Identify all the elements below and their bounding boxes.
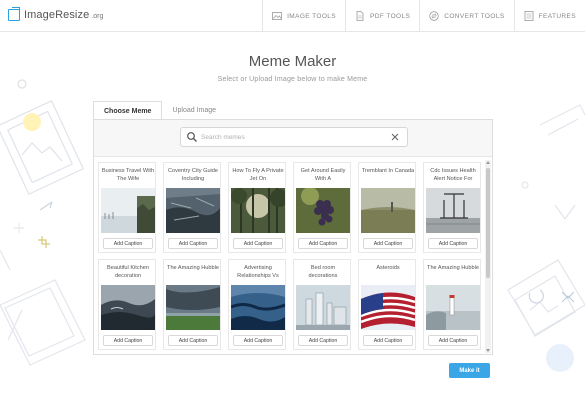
- meme-tabs: Choose Meme Upload Image: [93, 101, 226, 121]
- meme-card[interactable]: Advertising Relationships Vs Add Caption: [228, 259, 286, 350]
- meme-card[interactable]: Asteroids Add Caption: [358, 259, 416, 350]
- meme-thumbnail[interactable]: [426, 188, 480, 233]
- meme-card[interactable]: Coventry City Guide Including Add Caption: [163, 162, 221, 253]
- nav-convert-tools[interactable]: CONVERT TOOLS: [419, 0, 513, 32]
- scroll-down-arrow[interactable]: [486, 349, 490, 352]
- logo-tld: .org: [91, 12, 104, 20]
- add-caption-button[interactable]: Add Caption: [168, 335, 218, 346]
- nav-label: PDF TOOLS: [370, 12, 411, 20]
- site-logo[interactable]: ImageResize .org: [8, 7, 104, 21]
- meme-card[interactable]: Bed room decorations Add Caption: [293, 259, 351, 350]
- add-caption-button[interactable]: Add Caption: [363, 238, 413, 249]
- search-input[interactable]: [201, 133, 391, 141]
- meme-thumbnail[interactable]: [361, 285, 415, 330]
- add-caption-button[interactable]: Add Caption: [103, 238, 153, 249]
- meme-card[interactable]: Beautiful Kitchen decoration Add Caption: [98, 259, 156, 350]
- nav-features[interactable]: FEATURES: [513, 0, 585, 32]
- logo-text: ImageResize: [24, 9, 90, 21]
- meme-thumbnail[interactable]: [426, 285, 480, 330]
- meme-title: Beautiful Kitchen decoration: [107, 265, 149, 279]
- meme-card[interactable]: Tremblant In Canada Add Caption: [358, 162, 416, 253]
- document-icon: [356, 11, 364, 21]
- meme-card[interactable]: Cdc Issues Health Alert Notice For Add Ca…: [423, 162, 481, 253]
- scrollbar[interactable]: [485, 160, 491, 353]
- image-icon: [272, 12, 282, 20]
- meme-title: How To Fly A Private Jet On: [232, 168, 284, 182]
- meme-title: Get Around Easily With A: [300, 168, 346, 182]
- add-caption-button[interactable]: Add Caption: [233, 238, 283, 249]
- add-caption-button[interactable]: Add Caption: [428, 238, 478, 249]
- add-caption-button[interactable]: Add Caption: [168, 238, 218, 249]
- meme-thumbnail[interactable]: [296, 188, 350, 233]
- meme-thumbnail[interactable]: [231, 285, 285, 330]
- meme-title: Coventry City Guide Including: [167, 168, 219, 182]
- main-nav: IMAGE TOOLS PDF TOOLS CONVERT TOOLS FEAT…: [262, 0, 585, 32]
- close-icon[interactable]: [391, 133, 399, 141]
- add-caption-button[interactable]: Add Caption: [363, 335, 413, 346]
- meme-title: Advertising Relationships Vs: [237, 265, 279, 279]
- add-caption-button[interactable]: Add Caption: [103, 335, 153, 346]
- tab-upload-image[interactable]: Upload Image: [162, 101, 226, 120]
- add-caption-button[interactable]: Add Caption: [233, 335, 283, 346]
- make-it-button[interactable]: Make it: [449, 363, 490, 378]
- scroll-thumb[interactable]: [486, 168, 490, 278]
- meme-card[interactable]: The Amazing Hubble Add Caption: [423, 259, 481, 350]
- search-bar-area: [94, 120, 492, 157]
- convert-icon: [429, 11, 439, 21]
- meme-card[interactable]: Get Around Easily With A Add Caption: [293, 162, 351, 253]
- meme-title: Bed room decorations: [308, 265, 338, 279]
- meme-thumbnail[interactable]: [101, 285, 155, 330]
- search-icon: [187, 132, 197, 142]
- nav-label: IMAGE TOOLS: [287, 12, 337, 20]
- meme-title: The Amazing Hubble: [427, 265, 479, 271]
- add-caption-button[interactable]: Add Caption: [298, 238, 348, 249]
- list-icon: [524, 11, 534, 21]
- meme-panel: Business Travel With The Wife Add Caption…: [93, 119, 493, 355]
- meme-grid: Business Travel With The Wife Add Caption…: [98, 162, 482, 352]
- meme-thumbnail[interactable]: [101, 188, 155, 233]
- top-navbar: ImageResize .org IMAGE TOOLS PDF TOOLS C…: [0, 0, 585, 32]
- scroll-up-arrow[interactable]: [486, 161, 490, 164]
- meme-thumbnail[interactable]: [296, 285, 350, 330]
- meme-thumbnail[interactable]: [361, 188, 415, 233]
- meme-card[interactable]: Business Travel With The Wife Add Caption: [98, 162, 156, 253]
- meme-title: Tremblant In Canada: [361, 168, 415, 174]
- add-caption-button[interactable]: Add Caption: [428, 335, 478, 346]
- meme-thumbnail[interactable]: [166, 188, 220, 233]
- page-title: Meme Maker: [248, 53, 337, 70]
- logo-icon: [8, 7, 20, 21]
- add-caption-button[interactable]: Add Caption: [298, 335, 348, 346]
- meme-title: Cdc Issues Health Alert Notice For: [430, 168, 476, 182]
- meme-card[interactable]: How To Fly A Private Jet On Add Caption: [228, 162, 286, 253]
- nav-label: FEATURES: [538, 12, 576, 20]
- meme-title: The Amazing Hubble: [167, 265, 219, 271]
- meme-thumbnail[interactable]: [166, 285, 220, 330]
- nav-image-tools[interactable]: IMAGE TOOLS: [262, 0, 345, 32]
- meme-title: Asteroids: [376, 265, 400, 271]
- page-subtitle: Select or Upload Image below to make Mem…: [217, 76, 368, 83]
- nav-label: CONVERT TOOLS: [444, 12, 505, 20]
- meme-thumbnail[interactable]: [231, 188, 285, 233]
- meme-title: Business Travel With The Wife: [101, 168, 155, 182]
- nav-pdf-tools[interactable]: PDF TOOLS: [345, 0, 419, 32]
- tab-choose-meme[interactable]: Choose Meme: [93, 101, 163, 121]
- search-box: [180, 127, 408, 147]
- meme-card[interactable]: The Amazing Hubble Add Caption: [163, 259, 221, 350]
